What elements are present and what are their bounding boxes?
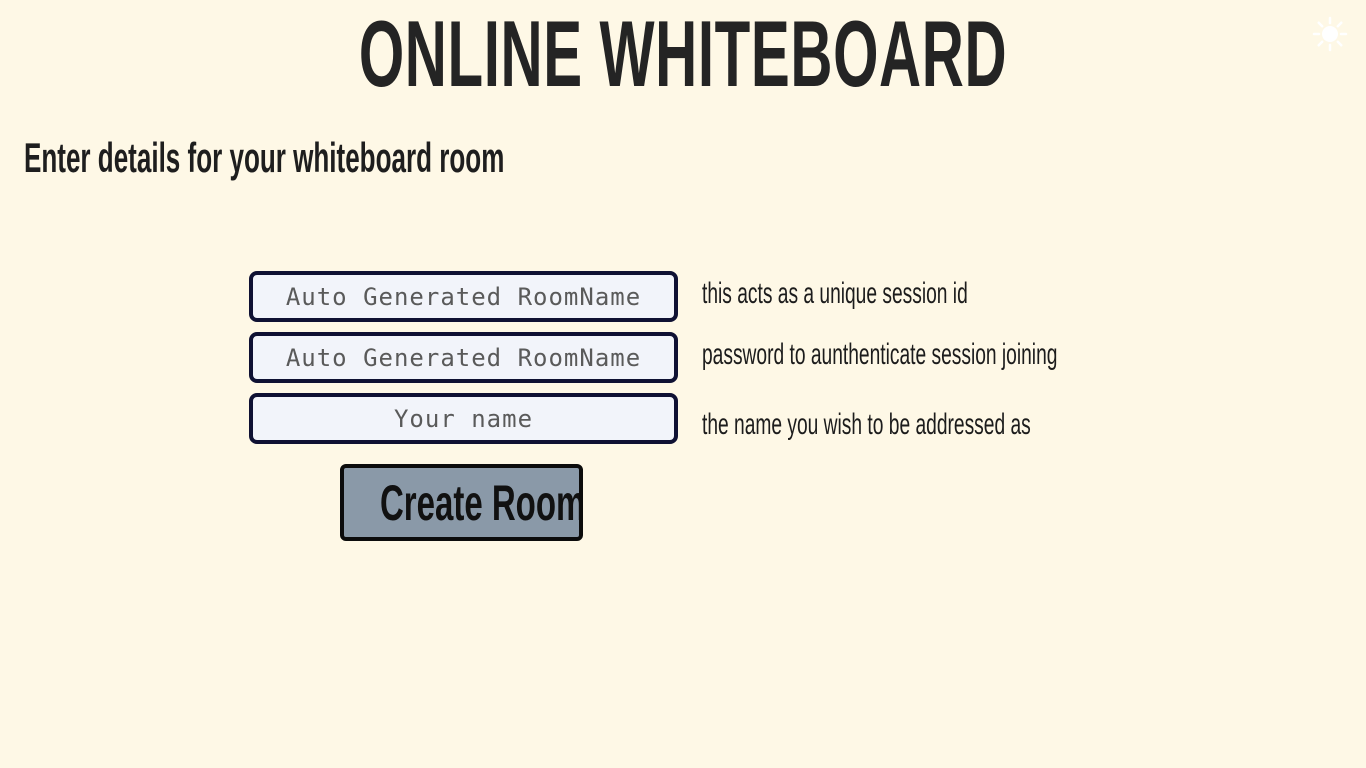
page: ONLINE WHITEBOARD Enter details for your… (0, 0, 1366, 768)
room-password-hint: password to aunthenticate session joinin… (702, 338, 1058, 371)
form-subtitle: Enter details for your whiteboard room (24, 134, 505, 181)
theme-toggle-button[interactable] (1312, 16, 1348, 52)
room-name-hint: this acts as a unique session id (702, 277, 968, 310)
user-name-hint: the name you wish to be addressed as (702, 408, 1031, 441)
create-room-button[interactable]: Create Room (340, 464, 583, 541)
room-password-input[interactable] (249, 332, 678, 383)
room-name-input[interactable] (249, 271, 678, 322)
user-name-input[interactable] (249, 393, 678, 444)
page-title: ONLINE WHITEBOARD (358, 1, 1008, 106)
create-room-button-label: Create Room (379, 474, 583, 531)
sun-icon (1312, 16, 1348, 52)
